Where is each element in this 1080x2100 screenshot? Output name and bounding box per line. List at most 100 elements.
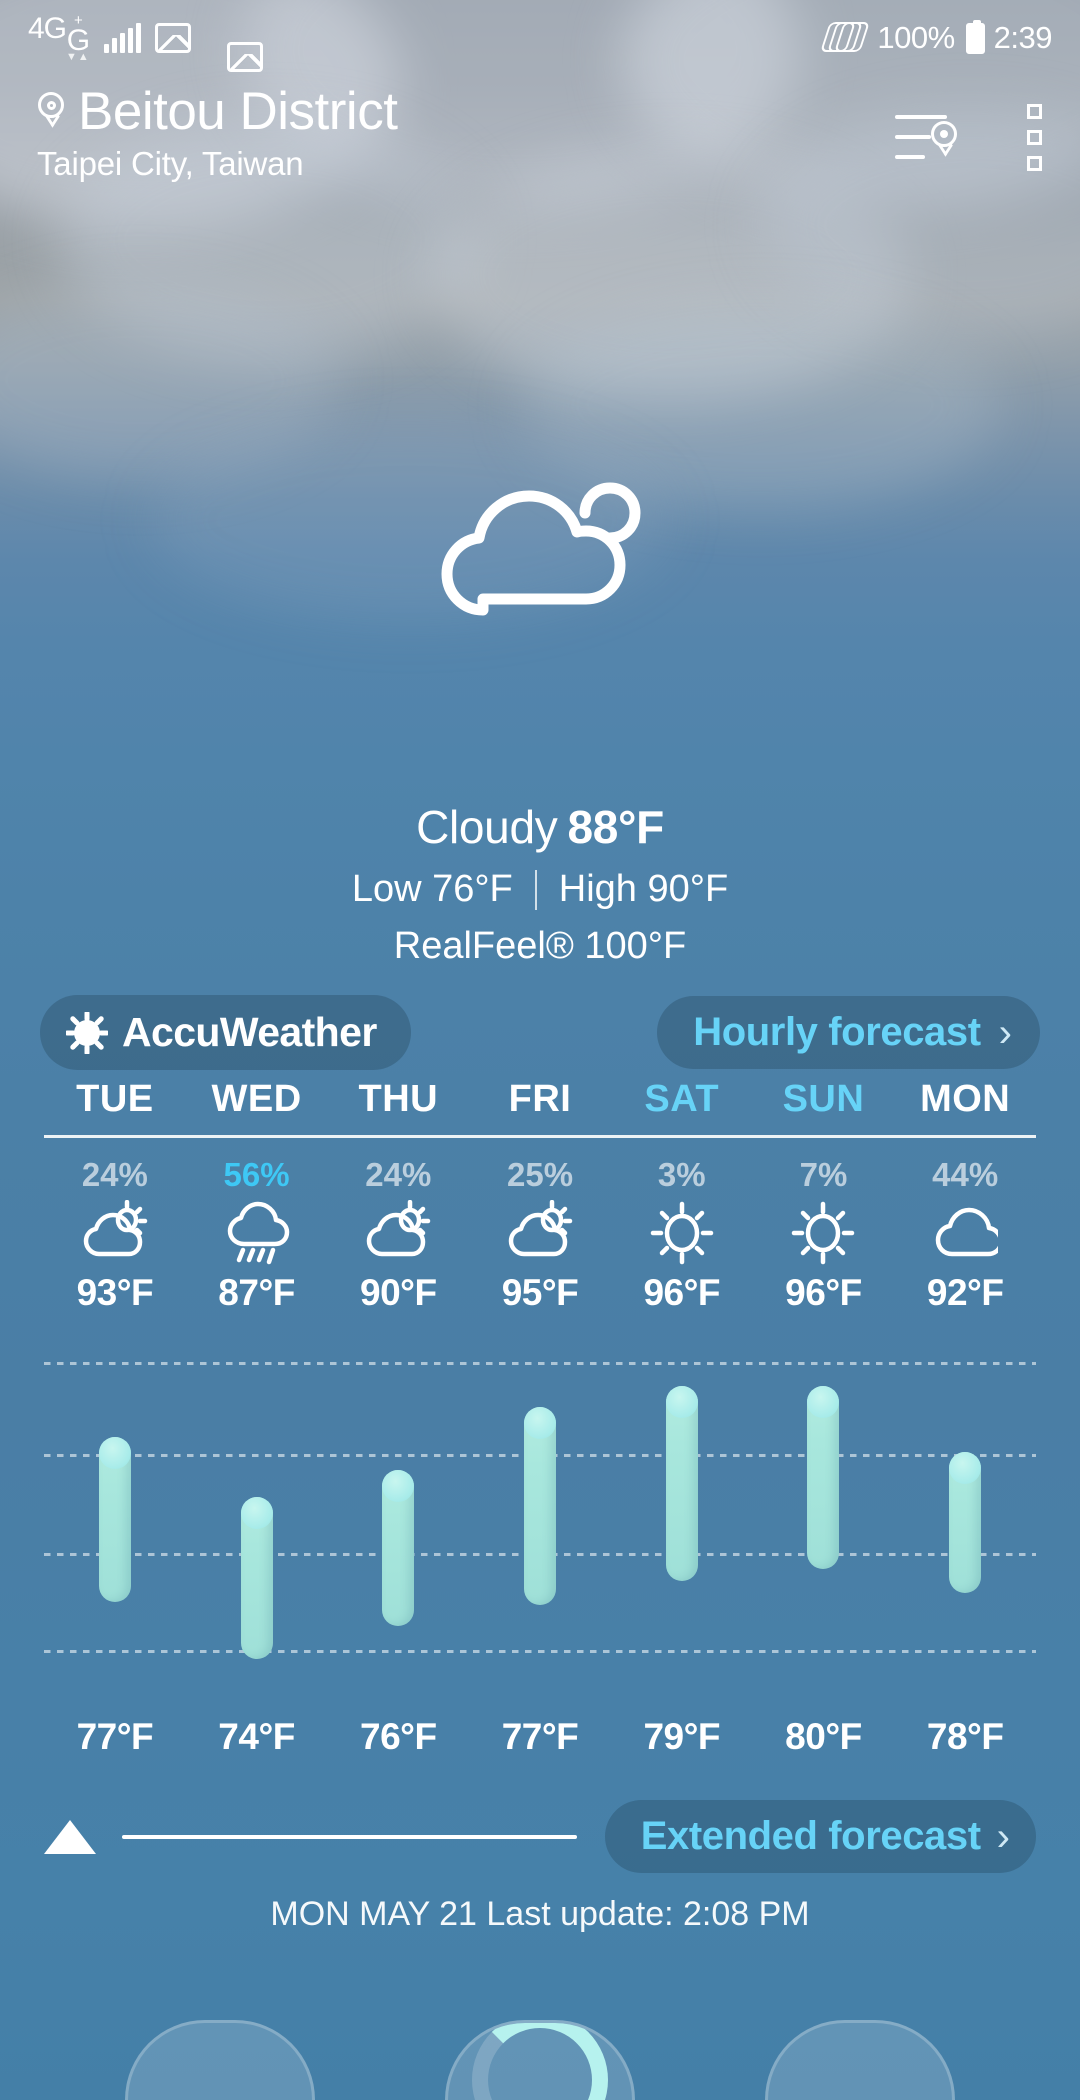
- accuweather-sun-icon: [64, 1010, 110, 1055]
- forecast-low-fri: 77°F: [501, 1716, 579, 1757]
- current-conditions: Cloudy 88°F Low 76°F High 90°F RealFeel® …: [0, 800, 1080, 968]
- chart-column-mon: [894, 1362, 1036, 1662]
- forecast-icon-wed: [186, 1200, 328, 1266]
- dock-widget-left[interactable]: [125, 2020, 315, 2100]
- app-header: Beitou District Taipei City, Taiwan: [0, 84, 1080, 183]
- temperature-range-bar: [382, 1470, 415, 1626]
- location-pin-icon: [34, 90, 68, 134]
- condition-label: Cloudy: [416, 801, 558, 853]
- precipitation-chance-wed: 56%: [223, 1156, 290, 1193]
- temperature-range-bar: [524, 1407, 557, 1605]
- forecast-high-mon: 92°F: [926, 1272, 1004, 1313]
- accuweather-badge[interactable]: AccuWeather: [40, 995, 411, 1070]
- last-update-label: MON MAY 21 Last update: 2:08 PM: [270, 1895, 810, 1933]
- forecast-low-wed: 74°F: [218, 1716, 295, 1757]
- network-plus-label: +: [74, 12, 83, 30]
- page-title: Beitou District: [78, 82, 398, 141]
- realfeel-temperature: RealFeel® 100°F: [393, 925, 687, 967]
- sun-burst-icon: [64, 1010, 110, 1055]
- accuweather-label: AccuWeather: [122, 1009, 377, 1055]
- hourly-forecast-label: Hourly forecast: [693, 1010, 981, 1054]
- battery-full-icon: [965, 19, 985, 54]
- forecast-icon-thu: [327, 1200, 469, 1266]
- temperature-range-bar: [665, 1386, 698, 1581]
- precipitation-chance-thu: 24%: [365, 1156, 432, 1193]
- precipitation-chance-tue: 24%: [81, 1156, 148, 1193]
- hourly-forecast-button[interactable]: Hourly forecast ›: [657, 996, 1040, 1069]
- forecast-high-thu: 90°F: [360, 1272, 437, 1313]
- forecast-low-sat: 79°F: [643, 1716, 721, 1757]
- status-bar: 4G + G ▼▲ 100% 2:39: [0, 0, 1080, 76]
- network-generation-label: 4G: [28, 12, 67, 46]
- forecast-day-label-wed[interactable]: WED: [186, 1078, 328, 1135]
- network-traffic-arrows: ▼▲: [66, 51, 90, 64]
- temperature-range-bar: [949, 1452, 982, 1593]
- partly-cloudy-icon: [367, 1200, 431, 1257]
- forecast-high-fri: 95°F: [501, 1272, 579, 1313]
- chart-column-wed: [186, 1362, 328, 1662]
- extended-forecast-label: Extended forecast: [640, 1814, 981, 1858]
- signal-bars-icon: [103, 23, 141, 53]
- forecast-day-label-sun[interactable]: SUN: [753, 1078, 895, 1135]
- forecast-icon-sun: [753, 1200, 895, 1266]
- forecast-day-label-tue[interactable]: TUE: [44, 1078, 186, 1135]
- more-options-icon[interactable]: [1023, 100, 1046, 175]
- cloudy-icon: [441, 482, 641, 616]
- forecast-low-thu: 76°F: [360, 1716, 437, 1757]
- forecast-high-sun: 96°F: [785, 1272, 862, 1313]
- rain-icon: [227, 1201, 289, 1265]
- dock-widget-right[interactable]: [765, 2020, 955, 2100]
- seven-day-forecast: TUE WED THU FRI SAT SUN MON 24% 56% 24% 25% 3% 7% 44…: [44, 1078, 1036, 1314]
- precipitation-chance-sat: 3%: [657, 1156, 706, 1193]
- current-temperature: 88°F: [567, 801, 664, 853]
- current-weather-icon: [0, 466, 1080, 626]
- chart-column-fri: [469, 1362, 611, 1662]
- chart-column-tue: [44, 1362, 186, 1662]
- low-temperature-row: 77°F 74°F 76°F 77°F 79°F 80°F 78°F: [44, 1716, 1036, 1758]
- extended-forecast-button[interactable]: Extended forecast ›: [604, 1800, 1036, 1873]
- sunny-icon: [792, 1201, 855, 1265]
- sunny-icon: [650, 1201, 713, 1265]
- cloudy-icon: [935, 1207, 999, 1257]
- temperature-range-bar: [807, 1386, 840, 1569]
- divider: [534, 869, 537, 910]
- temperature-range-bar: [240, 1497, 273, 1659]
- collapse-triangle-icon[interactable]: [44, 1819, 96, 1854]
- forecast-icon-fri: [469, 1200, 611, 1266]
- temperature-range-chart: [44, 1362, 1036, 1662]
- partly-cloudy-icon: [508, 1200, 573, 1257]
- locations-list-icon[interactable]: [895, 111, 957, 165]
- chip-row: AccuWeather Hourly forecast ›: [0, 995, 1080, 1070]
- low-temperature: Low 76°F: [351, 868, 513, 910]
- forecast-divider: [44, 1135, 1036, 1138]
- forecast-day-label-fri[interactable]: FRI: [469, 1078, 611, 1135]
- forecast-low-sun: 80°F: [785, 1716, 862, 1757]
- location-region: Taipei City, Taiwan: [37, 144, 304, 182]
- chart-column-thu: [327, 1362, 469, 1662]
- picture-icon-secondary: [226, 42, 263, 72]
- forecast-day-label-thu[interactable]: THU: [327, 1078, 469, 1135]
- dock-widget-center[interactable]: [445, 2020, 635, 2100]
- high-temperature: High 90°F: [558, 868, 729, 910]
- nfc-icon: [820, 18, 871, 58]
- network-type-indicator: 4G + G ▼▲: [28, 12, 90, 64]
- chevron-right-icon: ›: [996, 1814, 1010, 1859]
- forecast-day-label-sat[interactable]: SAT: [611, 1078, 753, 1135]
- temperature-range-bar: [98, 1437, 131, 1602]
- forecast-low-mon: 78°F: [926, 1716, 1004, 1757]
- forecast-icon-mon: [894, 1200, 1036, 1266]
- status-clock: 2:39: [993, 20, 1053, 55]
- precipitation-chance-mon: 44%: [932, 1156, 999, 1193]
- picture-icon: [154, 23, 191, 53]
- location-block[interactable]: Beitou District Taipei City, Taiwan: [34, 82, 398, 183]
- battery-percent-label: 100%: [877, 20, 955, 55]
- chart-column-sun: [753, 1362, 895, 1662]
- forecast-icon-tue: [44, 1200, 186, 1266]
- chevron-right-icon: ›: [998, 1010, 1012, 1055]
- forecast-high-sat: 96°F: [643, 1272, 721, 1313]
- chart-column-sat: [611, 1362, 753, 1662]
- forecast-high-tue: 93°F: [76, 1272, 154, 1313]
- partly-cloudy-icon: [83, 1200, 148, 1257]
- forecast-icon-sat: [611, 1200, 753, 1266]
- forecast-day-label-mon[interactable]: MON: [894, 1078, 1036, 1135]
